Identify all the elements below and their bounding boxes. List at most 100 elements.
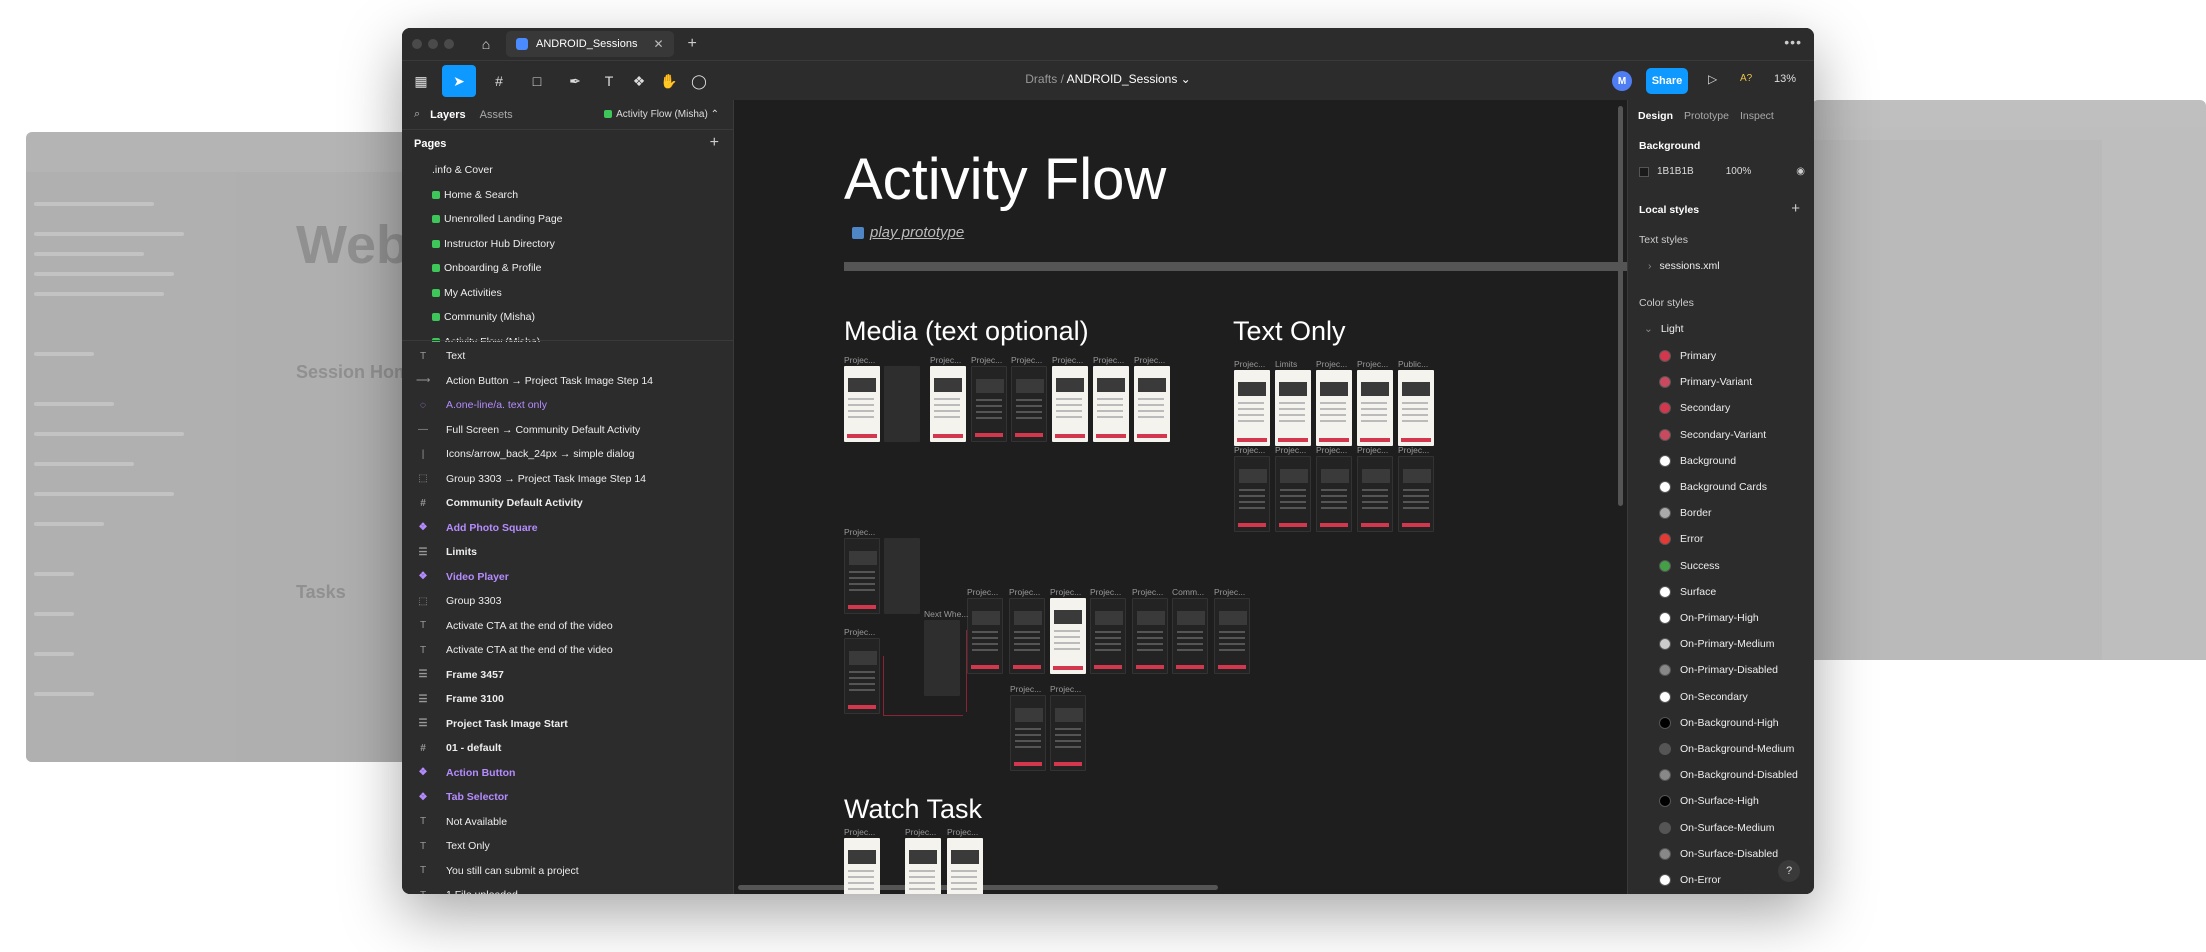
layer-row[interactable]: T Text Only bbox=[402, 834, 733, 859]
avatar[interactable]: M bbox=[1612, 71, 1632, 91]
zoom-level[interactable]: 13% bbox=[1774, 73, 1796, 85]
layer-row[interactable]: T Not Available bbox=[402, 810, 733, 835]
page-item[interactable]: Home & Search bbox=[402, 183, 733, 208]
search-icon[interactable]: ⌕ bbox=[414, 108, 420, 121]
background-opacity[interactable]: 100% bbox=[1726, 166, 1752, 177]
layer-row[interactable]: — Full Screen → Community Default Activit… bbox=[402, 418, 733, 443]
frame-label[interactable]: Projec... bbox=[1214, 587, 1245, 597]
screen-frame[interactable] bbox=[967, 598, 1003, 674]
new-tab-button[interactable]: + bbox=[688, 35, 697, 53]
frame-label[interactable]: Projec... bbox=[1398, 445, 1429, 455]
frame-label[interactable]: Comm... bbox=[1172, 587, 1204, 597]
screen-frame[interactable] bbox=[844, 538, 880, 614]
frame-label[interactable]: Projec... bbox=[1010, 684, 1041, 694]
color-style-row[interactable]: On-Background-High bbox=[1659, 716, 1779, 729]
color-style-row[interactable]: On-Primary-Medium bbox=[1659, 638, 1775, 651]
layer-row[interactable]: ☰ Frame 3457 bbox=[402, 663, 733, 688]
layer-row[interactable]: ❖ Add Photo Square bbox=[402, 516, 733, 541]
page-item[interactable]: .info & Cover bbox=[402, 158, 733, 183]
accessibility-badge[interactable]: A? bbox=[1740, 73, 1752, 84]
eye-icon[interactable]: ◉ bbox=[1796, 166, 1805, 177]
layer-row[interactable]: # Community Default Activity bbox=[402, 491, 733, 516]
frame-label[interactable]: Projec... bbox=[1090, 587, 1121, 597]
layer-row[interactable]: ☰ Limits bbox=[402, 540, 733, 565]
screen-frame[interactable] bbox=[1050, 695, 1086, 771]
frame-label[interactable]: Projec... bbox=[930, 355, 961, 365]
screen-frame[interactable] bbox=[1011, 366, 1047, 442]
screen-frame[interactable] bbox=[884, 538, 920, 614]
color-style-row[interactable]: On-Secondary bbox=[1659, 690, 1748, 703]
frame-label[interactable]: Projec... bbox=[844, 627, 875, 637]
color-style-row[interactable]: Border bbox=[1659, 507, 1712, 520]
text-style-item[interactable]: › sessions.xml bbox=[1648, 260, 1720, 272]
frame-label[interactable]: Projec... bbox=[1316, 445, 1347, 455]
window-controls[interactable] bbox=[412, 39, 454, 49]
layer-row[interactable]: ⬚ Group 3303 → Project Task Image Step 14 bbox=[402, 467, 733, 492]
screen-frame[interactable] bbox=[1052, 366, 1088, 442]
screen-frame[interactable] bbox=[1010, 695, 1046, 771]
frame-label[interactable]: Projec... bbox=[971, 355, 1002, 365]
screen-frame[interactable] bbox=[1050, 598, 1086, 674]
screen-frame[interactable] bbox=[1214, 598, 1250, 674]
screen-frame[interactable] bbox=[1398, 456, 1434, 532]
layer-row[interactable]: | Icons/arrow_back_24px → simple dialog bbox=[402, 442, 733, 467]
color-style-row[interactable]: Surface bbox=[1659, 585, 1716, 598]
frame-label[interactable]: Public... bbox=[1398, 359, 1428, 369]
screen-frame[interactable] bbox=[1134, 366, 1170, 442]
layer-row[interactable]: ⟶ Action Button → Project Task Image Step… bbox=[402, 369, 733, 394]
frame-label[interactable]: Projec... bbox=[1357, 359, 1388, 369]
color-style-row[interactable]: On-Background-Medium bbox=[1659, 743, 1794, 755]
screen-frame[interactable] bbox=[1090, 598, 1126, 674]
frame-label[interactable]: Projec... bbox=[1132, 587, 1163, 597]
color-style-row[interactable]: On-Primary-High bbox=[1659, 612, 1759, 624]
layer-row[interactable]: T Activate CTA at the end of the video bbox=[402, 638, 733, 663]
layer-row[interactable]: T Text bbox=[402, 344, 733, 369]
screen-frame[interactable] bbox=[884, 366, 920, 442]
page-item[interactable]: Onboarding & Profile bbox=[402, 256, 733, 281]
screen-frame[interactable] bbox=[1316, 456, 1352, 532]
screen-frame[interactable] bbox=[1398, 370, 1434, 446]
layer-row[interactable]: ❖ Video Player bbox=[402, 565, 733, 590]
page-item[interactable]: Unenrolled Landing Page bbox=[402, 207, 733, 232]
background-row[interactable]: 1B1B1B 100% ◉ bbox=[1639, 166, 1805, 177]
canvas[interactable]: Activity Flow play prototype Media (text… bbox=[734, 100, 1627, 894]
color-style-row[interactable]: Secondary-Variant bbox=[1659, 428, 1766, 441]
tab-design[interactable]: Design bbox=[1638, 110, 1673, 122]
page-item[interactable]: Community (Misha) bbox=[402, 305, 733, 330]
home-icon[interactable]: ⌂ bbox=[472, 33, 500, 55]
layer-row[interactable]: #01 - default bbox=[402, 736, 733, 761]
color-style-row[interactable]: On-Error bbox=[1659, 874, 1721, 886]
screen-frame[interactable] bbox=[1172, 598, 1208, 674]
divider[interactable] bbox=[402, 340, 733, 341]
color-style-row[interactable]: Background bbox=[1659, 454, 1736, 467]
breadcrumb-drafts[interactable]: Drafts bbox=[1025, 72, 1057, 86]
current-page-selector[interactable]: Activity Flow (Misha) ⌃ bbox=[604, 109, 719, 120]
screen-frame[interactable] bbox=[1132, 598, 1168, 674]
layer-row[interactable]: ❖ Tab Selector bbox=[402, 785, 733, 810]
file-tab[interactable]: ANDROID_Sessions ✕ bbox=[506, 31, 674, 57]
frame-label[interactable]: Projec... bbox=[1316, 359, 1347, 369]
color-style-row[interactable]: Success bbox=[1659, 559, 1720, 572]
color-group-light[interactable]: ⌄ Light bbox=[1644, 323, 1684, 335]
frame-label[interactable]: Projec... bbox=[844, 827, 875, 837]
frame-label[interactable]: Projec... bbox=[1009, 587, 1040, 597]
color-style-row[interactable]: On-Primary-Disabled bbox=[1659, 664, 1778, 677]
color-style-row[interactable]: On-Surface-High bbox=[1659, 795, 1759, 808]
layer-row[interactable]: ☰ Frame 3100 bbox=[402, 687, 733, 712]
frame-label[interactable]: Projec... bbox=[1011, 355, 1042, 365]
frame-label[interactable]: Projec... bbox=[1234, 445, 1265, 455]
frame-label[interactable]: Projec... bbox=[1134, 355, 1165, 365]
tab-inspect[interactable]: Inspect bbox=[1740, 110, 1774, 122]
color-style-row[interactable]: Secondary bbox=[1659, 402, 1730, 415]
layer-row[interactable]: ☰ Project Task Image Start bbox=[402, 712, 733, 737]
screen-frame[interactable] bbox=[905, 838, 941, 894]
chevron-down-icon[interactable]: ⌄ bbox=[1181, 72, 1191, 86]
layer-row[interactable]: ◌ A.one-line/a. text only bbox=[402, 393, 733, 418]
screen-frame[interactable] bbox=[844, 366, 880, 442]
frame-label[interactable]: Projec... bbox=[1275, 445, 1306, 455]
frame-label[interactable]: Projec... bbox=[1050, 684, 1081, 694]
screen-frame[interactable] bbox=[844, 838, 880, 894]
play-icon[interactable]: ▷ bbox=[1708, 72, 1717, 86]
frame-label[interactable]: Projec... bbox=[844, 355, 875, 365]
frame-label[interactable]: Projec... bbox=[967, 587, 998, 597]
